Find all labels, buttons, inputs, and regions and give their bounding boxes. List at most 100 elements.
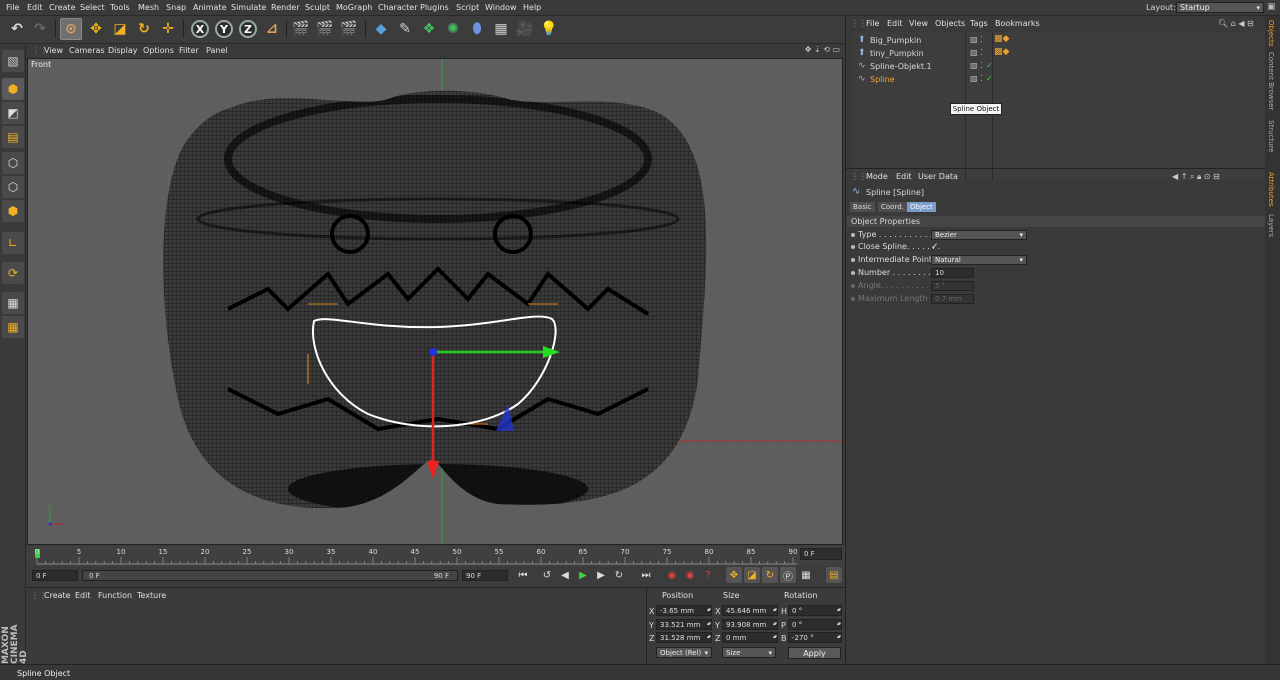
attribute-menu-user-data[interactable]: User Data [918, 172, 958, 181]
close-spline-checkbox[interactable]: ✓ [931, 242, 939, 252]
snap-icon[interactable]: ▦ [2, 292, 24, 314]
menu-select[interactable]: Select [80, 3, 105, 12]
pos-z-field[interactable]: 31.528 mm [656, 632, 712, 643]
material-menu-texture[interactable]: Texture [137, 591, 166, 600]
menu-mograph[interactable]: MoGraph [336, 3, 372, 12]
go-to-end-icon[interactable]: ⏭ [638, 567, 654, 583]
render-settings-icon[interactable]: 🎬 [338, 18, 360, 40]
frame-range-slider[interactable]: 0 F 90 F [82, 570, 458, 581]
y-axis-lock-button[interactable]: Y [213, 18, 235, 40]
cube-primitive-icon[interactable]: ◆ [370, 18, 392, 40]
recent-tool-icon[interactable]: ✛ [157, 18, 179, 40]
record-position-icon[interactable]: ✥ [726, 567, 742, 583]
visibility-icon[interactable]: ▨ ⁚ [970, 61, 983, 70]
texture-mode-icon[interactable]: ◩ [2, 102, 24, 124]
menu-animate[interactable]: Animate [193, 3, 227, 12]
attribute-menu-edit[interactable]: Edit [896, 172, 912, 181]
pos-x-field[interactable]: -3.65 mm [656, 605, 712, 616]
menu-render[interactable]: Render [271, 3, 299, 12]
play-icon[interactable]: ▶ [575, 567, 591, 583]
type-dropdown[interactable]: Bezier [931, 230, 1027, 240]
material-tag-icon[interactable]: ▩◆ [994, 47, 1009, 57]
tweak-mode-icon[interactable]: ⟳ [2, 262, 24, 284]
menu-character[interactable]: Character [378, 3, 418, 12]
size-y-field[interactable]: 93.908 mm [722, 619, 778, 630]
viewport-menu-panel[interactable]: Panel [206, 46, 228, 55]
pen-spline-icon[interactable]: ✎ [394, 18, 416, 40]
record-rotation-icon[interactable]: ↻ [762, 567, 778, 583]
menu-script[interactable]: Script [456, 3, 479, 12]
axis-mode-icon[interactable]: ∟ [2, 232, 24, 254]
attribute-menu-mode[interactable]: Mode [866, 172, 888, 181]
viewport-menu-cameras[interactable]: Cameras [69, 46, 105, 55]
menu-simulate[interactable]: Simulate [231, 3, 266, 12]
viewport-menu-display[interactable]: Display [108, 46, 138, 55]
object-menu-file[interactable]: File [866, 19, 879, 28]
menu-tools[interactable]: Tools [110, 3, 130, 12]
coord-mode-dropdown[interactable]: Object (Rel) [656, 647, 712, 658]
side-tab-objects[interactable]: Objects [1267, 20, 1275, 46]
object-menu-edit[interactable]: Edit [887, 19, 903, 28]
side-tab-content-browser[interactable]: Content Browser [1267, 52, 1275, 110]
menu-snap[interactable]: Snap [166, 3, 186, 12]
viewport-navigation-icon[interactable]: ✥ ⇣ ⟲ ▭ [805, 45, 840, 54]
current-frame-field[interactable]: 0 F [800, 548, 842, 560]
apply-button[interactable]: Apply [788, 647, 841, 659]
deformer-icon[interactable]: ⬮ [466, 18, 488, 40]
undo-icon[interactable]: ↶ [6, 18, 28, 40]
light-icon[interactable]: 💡 [538, 18, 560, 40]
timeline-window-icon[interactable]: ▤ [826, 567, 842, 583]
menu-plugins[interactable]: Plugins [420, 3, 449, 12]
menu-create[interactable]: Create [49, 3, 76, 12]
rot-p-field[interactable]: 0 ° [788, 619, 842, 630]
object-row-spline-objekt-1[interactable]: ∿ Spline-Objekt.1 ▨ ⁚ ✓ [852, 60, 1265, 73]
menu-mesh[interactable]: Mesh [138, 3, 159, 12]
intermediate-points-dropdown[interactable]: Natural [931, 255, 1027, 265]
redo-icon[interactable]: ↷ [29, 18, 51, 40]
viewport-menu-filter[interactable]: Filter [179, 46, 199, 55]
record-active-icon[interactable]: ◉ [664, 567, 680, 583]
autokey-icon[interactable]: ◉ [682, 567, 698, 583]
menu-file[interactable]: File [6, 3, 19, 12]
material-tag-icon[interactable]: ▩◆ [994, 34, 1009, 44]
object-row-tiny-pumpkin[interactable]: ⬆ tiny_Pumpkin ▨ ⁚ ▩◆ [852, 47, 1265, 60]
object-search-icon[interactable]: 🔍︎ ⌂ ◀ ⊟ [1218, 19, 1254, 28]
size-z-field[interactable]: 0 mm [722, 632, 778, 643]
side-tab-layers[interactable]: Layers [1267, 214, 1275, 237]
menu-edit[interactable]: Edit [27, 3, 43, 12]
live-selection-icon[interactable]: ⊙ [60, 18, 82, 40]
x-axis-lock-button[interactable]: X [189, 18, 211, 40]
floor-object-icon[interactable]: ▦ [490, 18, 512, 40]
camera-icon[interactable]: 🎥 [514, 18, 536, 40]
tab-coord[interactable]: Coord. [878, 202, 907, 212]
rotate-tool-icon[interactable]: ↻ [133, 18, 155, 40]
number-field[interactable]: 10 [931, 268, 974, 278]
material-menu-function[interactable]: Function [98, 591, 132, 600]
timeline-ruler[interactable]: 0 5 10 15 20 25 30 35 40 45 50 55 60 65 70 75 80 85 90 [27, 546, 845, 566]
record-scale-icon[interactable]: ◪ [744, 567, 760, 583]
tab-basic[interactable]: Basic [850, 202, 875, 212]
object-menu-objects[interactable]: Objects [935, 19, 965, 28]
z-axis-lock-button[interactable]: Z [237, 18, 259, 40]
side-tab-attributes[interactable]: Attributes [1267, 172, 1275, 207]
layout-select[interactable]: Startup [1176, 2, 1264, 13]
make-editable-icon[interactable]: ▧ [2, 50, 24, 72]
material-menu-create[interactable]: Create [44, 591, 71, 600]
subdivision-surface-icon[interactable]: ❖ [418, 18, 440, 40]
previous-frame-icon[interactable]: ◀ [557, 567, 573, 583]
points-mode-icon[interactable]: ⬡ [2, 152, 24, 174]
viewport-menu-options[interactable]: Options [143, 46, 174, 55]
menu-sculpt[interactable]: Sculpt [305, 3, 330, 12]
end-frame-field[interactable]: 90 F [462, 570, 508, 581]
object-row-spline[interactable]: ∿ Spline ▨ ⁚ ✓ [852, 73, 1265, 86]
keyframe-selection-icon[interactable]: ? [700, 567, 716, 583]
render-picture-viewer-icon[interactable]: 🎬 [314, 18, 336, 40]
side-tab-structure[interactable]: Structure [1267, 120, 1275, 153]
move-tool-icon[interactable]: ✥ [85, 18, 107, 40]
locked-workplane-icon[interactable]: ▦ [2, 316, 24, 338]
next-key-icon[interactable]: ↻ [611, 567, 627, 583]
pos-y-field[interactable]: 33.521 mm [656, 619, 712, 630]
object-menu-tags[interactable]: Tags [970, 19, 988, 28]
tab-object[interactable]: Object [907, 202, 936, 212]
polygons-mode-icon[interactable]: ⬢ [2, 200, 24, 222]
